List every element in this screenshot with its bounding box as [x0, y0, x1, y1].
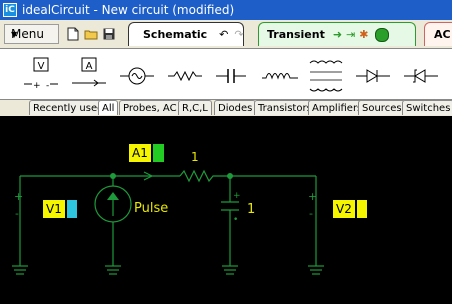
svg-text:-: - — [15, 207, 19, 220]
open-folder-icon[interactable] — [84, 26, 98, 41]
tab-transient[interactable]: Transient ➜ ⇥ ✱ — [258, 22, 416, 46]
voltmeter-v2-color-marker — [357, 200, 367, 218]
tab-schematic[interactable]: Schematic ↶ ↷ — [128, 22, 244, 46]
voltmeter-v1-label[interactable]: V1 — [43, 200, 65, 218]
app-icon: iC — [3, 3, 17, 17]
voltmeter-tool[interactable]: V + - — [22, 57, 62, 93]
toolbar: ▼ Menu Schematic ↶ ↷ Transient ➜ ⇥ ✱ AC — [0, 20, 452, 48]
capacitor-value[interactable]: 1 — [247, 202, 255, 217]
svg-text:+: + — [33, 81, 41, 91]
category-tab-recently-used[interactable]: Recently used — [29, 100, 108, 115]
voltmeter-v1-color-marker — [67, 200, 77, 218]
menu-button[interactable]: ▼ Menu — [4, 24, 59, 44]
category-tab-rcl[interactable]: R,C,L — [178, 100, 212, 115]
voltmeter-v2-label[interactable]: V2 — [333, 200, 355, 218]
zener-diode-tool[interactable] — [404, 57, 438, 93]
redo-icon[interactable]: ↷ — [234, 28, 243, 41]
diode-tool[interactable] — [356, 57, 390, 93]
schematic-canvas[interactable]: + - + - + • A1 1 Pulse 1 V1 V2 — [0, 116, 452, 304]
resistor-value[interactable]: 1 — [191, 150, 199, 164]
category-tab-transistors[interactable]: Transistors — [254, 100, 316, 115]
source-value[interactable]: Pulse — [134, 201, 168, 216]
run-arrow-icon[interactable]: ➜ — [333, 28, 342, 41]
new-file-icon[interactable] — [66, 26, 80, 41]
svg-text:•: • — [233, 215, 238, 225]
go-button-icon[interactable] — [374, 27, 389, 42]
category-tab-all[interactable]: All — [98, 100, 119, 115]
tab-ac[interactable]: AC — [424, 22, 452, 46]
ac-source-tool[interactable] — [120, 57, 154, 93]
ammeter-a1-color-marker — [153, 144, 164, 162]
category-tab-switches[interactable]: Switches — [402, 100, 452, 115]
capacitor-tool[interactable] — [216, 57, 246, 93]
component-palette: V + - A — [0, 48, 452, 100]
spark-icon[interactable]: ✱ — [359, 28, 368, 41]
menu-label: Menu — [11, 27, 44, 41]
ammeter-tool-label: A — [86, 61, 93, 72]
svg-text:-: - — [309, 207, 313, 220]
window-title: idealCircuit - New circuit (modified) — [22, 3, 235, 17]
tab-ac-label: AC — [434, 28, 451, 41]
step-icon[interactable]: ⇥ — [346, 28, 355, 41]
tab-transient-label: Transient — [267, 28, 325, 41]
undo-icon[interactable]: ↶ — [219, 28, 228, 41]
ammeter-tool[interactable]: A — [70, 57, 110, 93]
svg-text:+: + — [233, 191, 241, 201]
resistor — [179, 169, 216, 183]
category-tabs: Recently used All Probes, AC R,C,L Diode… — [0, 100, 452, 117]
ammeter-a1-label[interactable]: A1 — [129, 144, 151, 162]
category-tab-diodes[interactable]: Diodes — [214, 100, 257, 115]
pulse-current-source[interactable] — [94, 185, 132, 223]
transformer-tool[interactable] — [306, 57, 346, 93]
svg-text:+: + — [14, 190, 23, 203]
resistor-tool[interactable] — [168, 57, 202, 93]
svg-text:-: - — [46, 81, 49, 91]
title-bar: iC idealCircuit - New circuit (modified) — [0, 0, 452, 20]
category-tab-probes-ac[interactable]: Probes, AC — [119, 100, 181, 115]
save-icon[interactable] — [102, 26, 116, 41]
category-tab-sources[interactable]: Sources — [358, 100, 406, 115]
inductor-tool[interactable] — [262, 57, 298, 93]
svg-text:+: + — [308, 190, 317, 203]
tab-schematic-label: Schematic — [143, 28, 208, 41]
voltmeter-tool-label: V — [38, 61, 45, 72]
